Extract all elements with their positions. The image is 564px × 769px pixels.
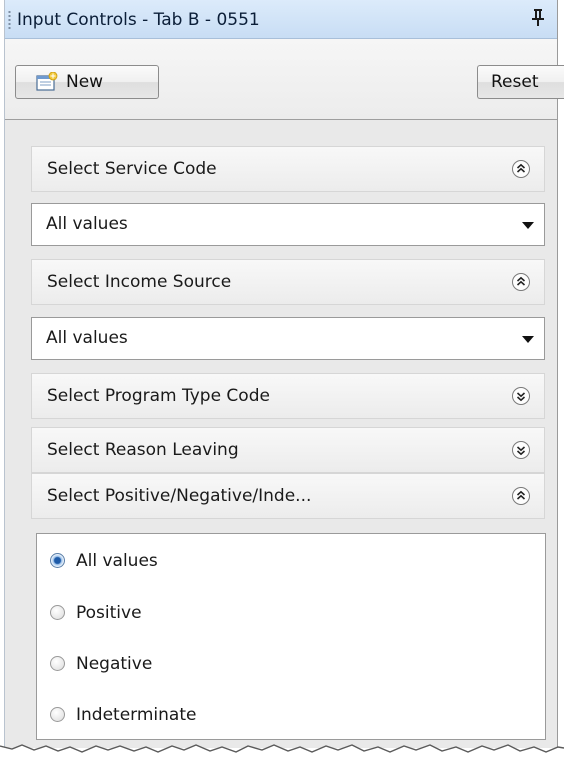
radio-button[interactable] — [50, 656, 65, 671]
section-label: Select Income Source — [47, 272, 232, 292]
section-label: Select Reason Leaving — [47, 440, 239, 460]
collapse-chevrons-up-icon[interactable] — [511, 486, 531, 506]
dropdown-value: All values — [46, 328, 128, 348]
pin-icon[interactable] — [531, 7, 545, 27]
income-source-dropdown[interactable]: All values — [31, 317, 545, 360]
expand-chevrons-down-icon[interactable] — [511, 386, 531, 406]
radio-button[interactable] — [50, 605, 65, 620]
radio-option-positive[interactable]: Positive — [50, 598, 142, 628]
radio-group-positive-negative: All values Positive Negative Indetermina… — [36, 533, 546, 740]
radio-option-all-values[interactable]: All values — [50, 546, 158, 576]
dropdown-value: All values — [46, 214, 128, 234]
new-document-icon — [36, 72, 58, 91]
new-button[interactable]: New — [15, 65, 159, 99]
radio-label: All values — [76, 551, 158, 571]
reset-button-label: Reset — [491, 72, 539, 92]
torn-edge-divider — [0, 744, 564, 769]
collapse-chevrons-up-icon[interactable] — [511, 159, 531, 179]
reset-button[interactable]: Reset — [477, 65, 564, 99]
section-label: Select Program Type Code — [47, 386, 270, 406]
radio-label: Negative — [76, 654, 153, 674]
radio-button-selected[interactable] — [50, 553, 65, 568]
radio-label: Positive — [76, 603, 142, 623]
section-header-positive-negative[interactable]: Select Positive/Negative/Inde... — [31, 473, 545, 519]
new-button-label: New — [66, 72, 104, 92]
collapse-chevrons-up-icon[interactable] — [511, 272, 531, 292]
dropdown-arrow-icon — [522, 222, 534, 229]
section-label: Select Service Code — [47, 159, 217, 179]
radio-button[interactable] — [50, 707, 65, 722]
panel-title: Input Controls - Tab B - 0551 — [17, 10, 260, 30]
expand-chevrons-down-icon[interactable] — [511, 440, 531, 460]
section-header-program-type-code[interactable]: Select Program Type Code — [31, 373, 545, 419]
toolbar: New Reset — [5, 39, 564, 120]
dropdown-arrow-icon — [522, 336, 534, 343]
service-code-dropdown[interactable]: All values — [31, 203, 545, 246]
section-header-income-source[interactable]: Select Income Source — [31, 259, 545, 305]
drag-grip-icon[interactable] — [8, 10, 11, 30]
section-label: Select Positive/Negative/Inde... — [47, 486, 312, 506]
radio-option-indeterminate[interactable]: Indeterminate — [50, 700, 196, 730]
panel-titlebar[interactable]: Input Controls - Tab B - 0551 — [5, 0, 557, 39]
radio-label: Indeterminate — [76, 705, 197, 725]
section-header-service-code[interactable]: Select Service Code — [31, 146, 545, 192]
section-header-reason-leaving[interactable]: Select Reason Leaving — [31, 427, 545, 473]
radio-option-negative[interactable]: Negative — [50, 649, 152, 679]
